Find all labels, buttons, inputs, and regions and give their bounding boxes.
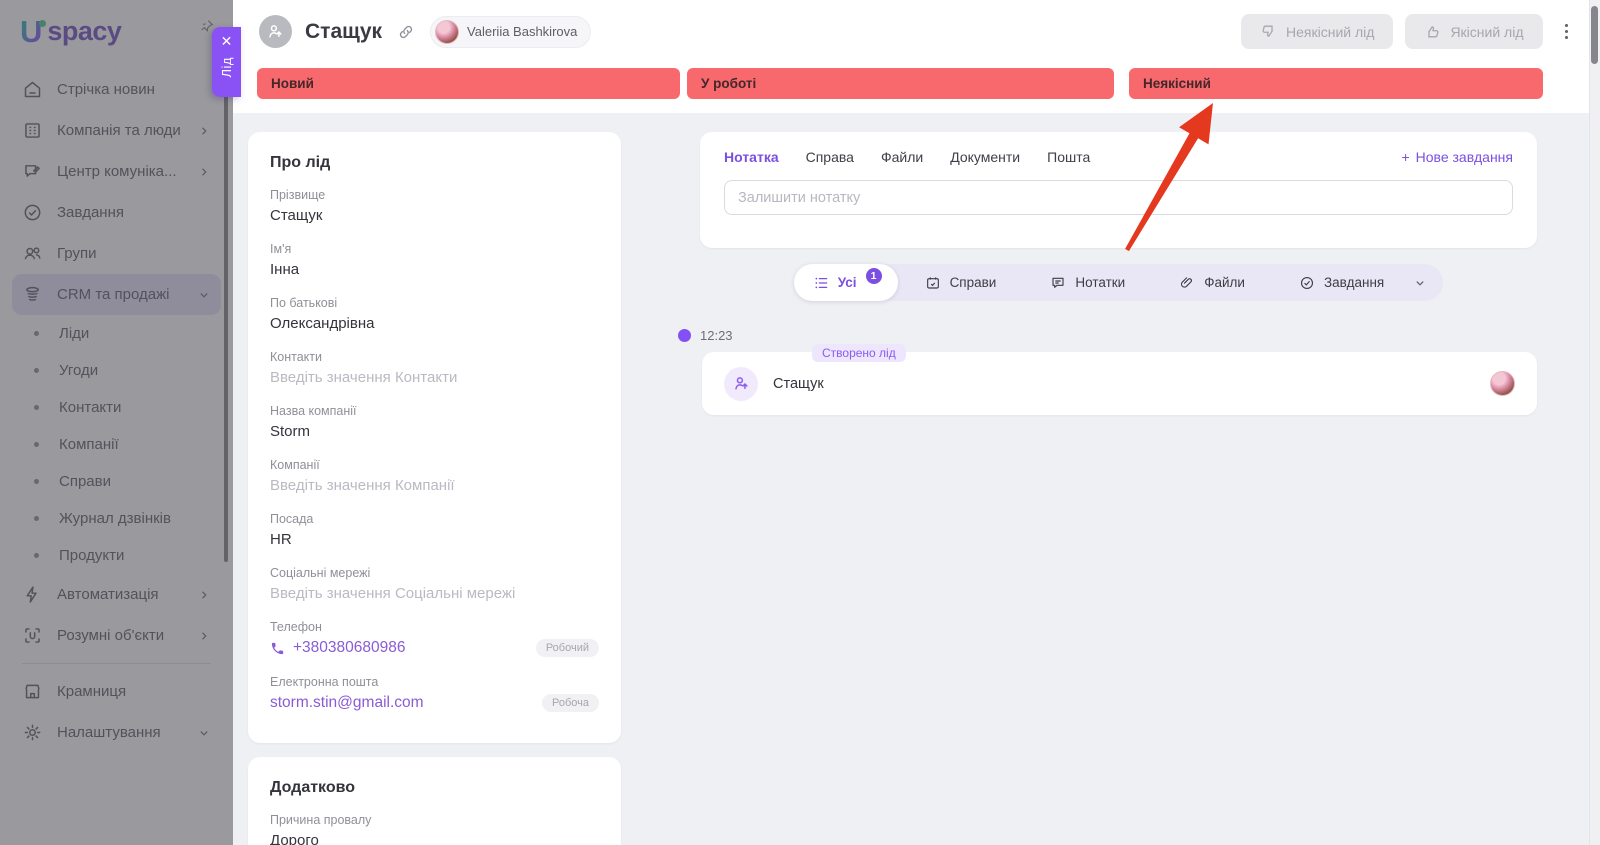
field-position[interactable]: Посада HR: [270, 512, 599, 548]
new-task-button[interactable]: + Нове завдання: [1401, 149, 1513, 165]
lead-created-icon: [724, 366, 758, 401]
timeline-time: 12:23: [700, 328, 733, 343]
email-link[interactable]: storm.stin@gmail.com: [270, 694, 424, 712]
window-scrollbar-track[interactable]: [1589, 0, 1600, 845]
event-title: Стащук: [773, 375, 824, 392]
bad-lead-button[interactable]: Неякісний лід: [1241, 14, 1394, 49]
tab-activity[interactable]: Справа: [806, 149, 854, 165]
lead-header: Стащук Valeriia Bashkirova Неякісний лід…: [233, 0, 1600, 113]
more-menu-icon[interactable]: [1557, 18, 1577, 46]
copy-link-icon[interactable]: [397, 23, 415, 41]
filter-notes[interactable]: Нотатки: [1023, 275, 1152, 291]
timeline-dot: [678, 329, 691, 342]
field-fail-reason[interactable]: Причина провалу Дорого: [270, 813, 599, 845]
stage-in-progress[interactable]: У роботі: [687, 68, 1114, 99]
filter-all[interactable]: Усі 1: [793, 264, 898, 301]
stage-new[interactable]: Новий: [257, 68, 680, 99]
owner-name: Valeriia Bashkirova: [467, 24, 578, 39]
field-phone[interactable]: Телефон +380380680986 Робочий: [270, 620, 599, 657]
field-company-name[interactable]: Назва компанії Storm: [270, 404, 599, 440]
field-contacts[interactable]: Контакти Введіть значення Контакти: [270, 350, 599, 386]
lead-tab-label: Лід: [219, 57, 234, 78]
timeline-filter-bar: Усі 1 Справи Нотатки Файли Завдання: [700, 264, 1537, 301]
new-task-label: Нове завдання: [1415, 149, 1513, 165]
field-social[interactable]: Соціальні мережі Введіть значення Соціал…: [270, 566, 599, 602]
extra-panel-title: Додатково: [270, 779, 356, 796]
bad-lead-label: Неякісний лід: [1286, 23, 1375, 40]
page-title: Стащук: [305, 19, 383, 43]
good-lead-button[interactable]: Якісний лід: [1405, 14, 1543, 49]
owner-chip[interactable]: Valeriia Bashkirova: [430, 15, 592, 48]
window-scrollbar-thumb[interactable]: [1591, 6, 1598, 64]
activity-tabs: Нотатка Справа Файли Документи Пошта + Н…: [724, 149, 1513, 165]
email-type-badge: Робоча: [542, 694, 599, 712]
filter-files[interactable]: Файли: [1152, 275, 1272, 291]
timeline-event-card[interactable]: Створено лід Стащук: [702, 344, 1537, 415]
calendar-check-icon: [926, 276, 939, 289]
filter-tasks[interactable]: Завдання: [1272, 275, 1411, 291]
lead-content: Про лід Прізвище Стащук Ім'я Інна По бат…: [233, 113, 1600, 845]
stage-bar: Новий У роботі Неякісний: [257, 68, 1543, 99]
sidebar-scrollbar[interactable]: [224, 75, 228, 562]
phone-type-badge: Робочий: [535, 639, 599, 657]
event-author-avatar: [1490, 371, 1515, 396]
field-companies[interactable]: Компанії Введіть значення Компанії: [270, 458, 599, 494]
note-input[interactable]: [724, 180, 1513, 215]
filter-count-badge: 1: [865, 267, 882, 284]
field-last-name[interactable]: Прізвище Стащук: [270, 188, 599, 224]
phone-icon: [271, 642, 284, 654]
tab-note[interactable]: Нотатка: [724, 149, 779, 165]
extra-panel: Додатково Причина провалу Дорого: [248, 757, 621, 845]
stage-bad-quality[interactable]: Неякісний: [1129, 68, 1543, 99]
sidebar-dim-overlay: [0, 0, 233, 845]
paperclip-icon: [1181, 276, 1193, 288]
filter-activities[interactable]: Справи: [898, 275, 1024, 291]
event-type-badge: Створено лід: [812, 344, 906, 362]
tab-files[interactable]: Файли: [881, 149, 923, 165]
phone-link[interactable]: +380380680986: [270, 639, 406, 657]
lead-side-tab[interactable]: ✕ Лід: [212, 27, 241, 97]
owner-avatar: [435, 19, 460, 44]
plus-icon: +: [1401, 149, 1410, 165]
filter-more-chevron-icon[interactable]: [1411, 276, 1443, 290]
list-icon: [815, 277, 828, 288]
field-email[interactable]: Електронна пошта storm.stin@gmail.com Ро…: [270, 675, 599, 712]
tab-documents[interactable]: Документи: [950, 149, 1020, 165]
main-area: Стащук Valeriia Bashkirova Неякісний лід…: [233, 0, 1600, 845]
tab-mail[interactable]: Пошта: [1047, 149, 1090, 165]
filter-all-label: Усі: [837, 275, 857, 290]
sidebar: U spacy Стрічка новин Компанія та люди Ц…: [0, 0, 233, 845]
check-circle-icon: [1300, 276, 1313, 289]
lead-type-avatar: [259, 15, 292, 48]
close-icon[interactable]: ✕: [221, 34, 233, 48]
activity-panel: Нотатка Справа Файли Документи Пошта + Н…: [700, 132, 1537, 248]
about-panel-title: Про лід: [270, 154, 331, 171]
about-lead-panel: Про лід Прізвище Стащук Ім'я Інна По бат…: [248, 132, 621, 743]
note-bubble-icon: [1052, 277, 1064, 288]
field-middle-name[interactable]: По батькові Олександрівна: [270, 296, 599, 332]
good-lead-label: Якісний лід: [1450, 23, 1524, 40]
field-first-name[interactable]: Ім'я Інна: [270, 242, 599, 278]
